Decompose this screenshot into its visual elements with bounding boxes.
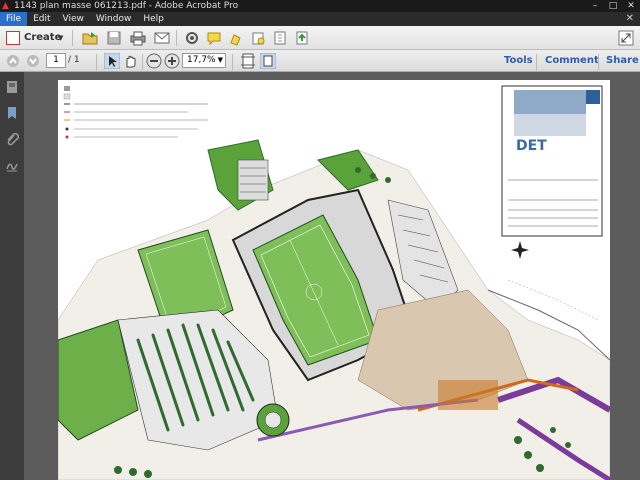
- navigation-toolbar: 1 / 1 17,7% ▼ Tools Comment Share: [0, 50, 640, 72]
- navigation-pane: [0, 72, 24, 480]
- minimize-button[interactable]: –: [586, 0, 604, 12]
- stamp-icon[interactable]: [250, 30, 266, 46]
- zoom-in-icon[interactable]: [164, 53, 180, 69]
- toolbar-divider: [72, 30, 73, 46]
- close-document-button[interactable]: ✕: [626, 12, 634, 26]
- hand-tool-icon[interactable]: [122, 53, 138, 69]
- menu-window[interactable]: Window: [90, 12, 138, 26]
- document-area[interactable]: DET: [24, 72, 640, 480]
- create-button[interactable]: Create ▼: [4, 29, 66, 47]
- menu-help[interactable]: Help: [137, 12, 170, 26]
- zoom-select[interactable]: 17,7% ▼: [182, 53, 226, 68]
- create-label: Create: [24, 32, 62, 43]
- chevron-down-icon: ▼: [217, 56, 223, 64]
- toolbar-divider: [536, 54, 537, 70]
- toolbar-divider: [142, 54, 143, 70]
- title-block-stamp: DET: [516, 138, 547, 154]
- north-arrow-icon: [511, 241, 529, 259]
- comment-pane-button[interactable]: Comment: [545, 53, 599, 69]
- toolbar-divider: [96, 54, 97, 70]
- export-icon[interactable]: [294, 30, 310, 46]
- fit-width-icon[interactable]: [240, 53, 256, 69]
- bookmark-icon[interactable]: [5, 106, 19, 120]
- page-number-input[interactable]: 1: [46, 53, 66, 68]
- page-thumbnails-icon[interactable]: [5, 80, 19, 94]
- window-title: 1143 plan masse 061213.pdf - Adobe Acrob…: [14, 1, 239, 11]
- expand-icon[interactable]: [618, 30, 634, 46]
- gear-icon[interactable]: [184, 30, 200, 46]
- menu-file[interactable]: File: [0, 12, 28, 26]
- previous-page-icon[interactable]: [6, 54, 20, 68]
- maximize-button[interactable]: □: [604, 0, 622, 12]
- menu-edit[interactable]: Edit: [27, 12, 56, 26]
- toolbar-divider: [232, 54, 233, 70]
- print-icon[interactable]: [130, 30, 146, 46]
- zoom-value: 17,7%: [187, 55, 216, 65]
- page-total: / 1: [68, 55, 80, 65]
- open-folder-icon[interactable]: [82, 30, 98, 46]
- email-icon[interactable]: [154, 30, 170, 46]
- menu-view[interactable]: View: [57, 12, 90, 26]
- chevron-down-icon: ▼: [58, 34, 64, 42]
- acrobat-icon: ▲: [2, 1, 9, 11]
- close-window-button[interactable]: ✕: [622, 0, 640, 12]
- north-parking: [237, 159, 269, 201]
- highlight-icon[interactable]: [228, 30, 244, 46]
- title-block: DET: [501, 85, 603, 237]
- next-page-icon[interactable]: [26, 54, 40, 68]
- attach-file-icon[interactable]: [272, 30, 288, 46]
- toolbar-divider: [598, 54, 599, 70]
- create-pdf-icon: [6, 31, 20, 45]
- save-icon[interactable]: [106, 30, 122, 46]
- zoom-out-icon[interactable]: [146, 53, 162, 69]
- menu-bar: File Edit View Window Help ✕: [0, 12, 640, 26]
- tools-pane-button[interactable]: Tools: [504, 53, 533, 69]
- title-bar: ▲ 1143 plan masse 061213.pdf - Adobe Acr…: [0, 0, 640, 12]
- share-pane-button[interactable]: Share: [606, 53, 639, 69]
- paperclip-icon[interactable]: [5, 132, 19, 146]
- comment-bubble-icon[interactable]: [206, 30, 222, 46]
- signature-icon[interactable]: [5, 158, 19, 172]
- pdf-page[interactable]: DET: [58, 80, 610, 480]
- toolbar-divider: [176, 30, 177, 46]
- plan-legend: [63, 86, 208, 139]
- select-cursor-icon[interactable]: [104, 53, 120, 69]
- main-toolbar: Create ▼: [0, 26, 640, 50]
- site-plan-drawing: DET: [58, 85, 610, 480]
- fit-page-icon[interactable]: [260, 53, 276, 69]
